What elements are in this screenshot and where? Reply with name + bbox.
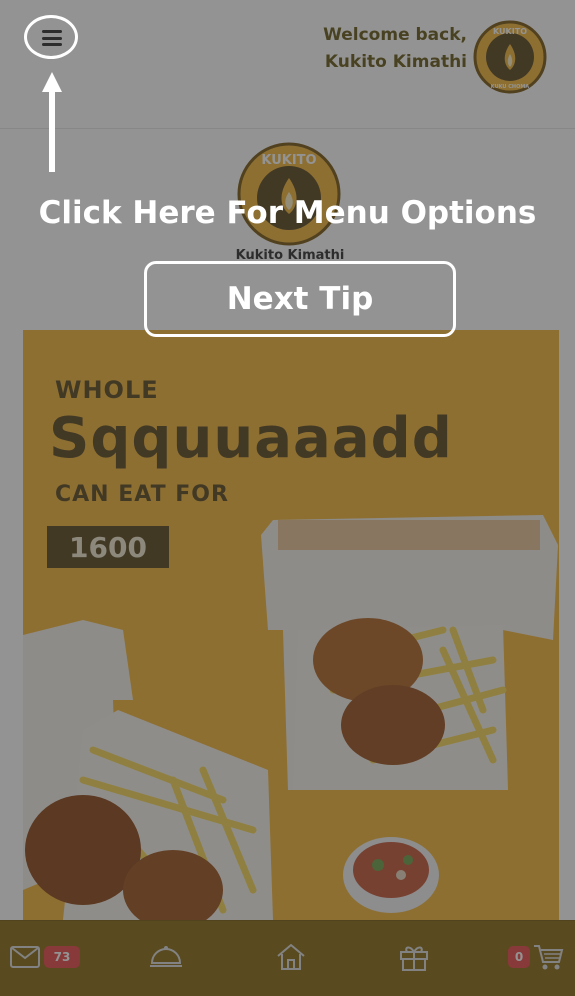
app-page: Welcome back, Kukito Kimathi KUKITO KUKU… [0, 0, 575, 996]
tip-message: Click Here For Menu Options [38, 195, 537, 231]
menu-highlight-ring [24, 15, 78, 59]
arrow-up-icon [42, 72, 62, 92]
pointer-arrow-shaft [49, 90, 55, 172]
tutorial-overlay [0, 0, 575, 996]
next-tip-button[interactable]: Next Tip [144, 261, 456, 337]
